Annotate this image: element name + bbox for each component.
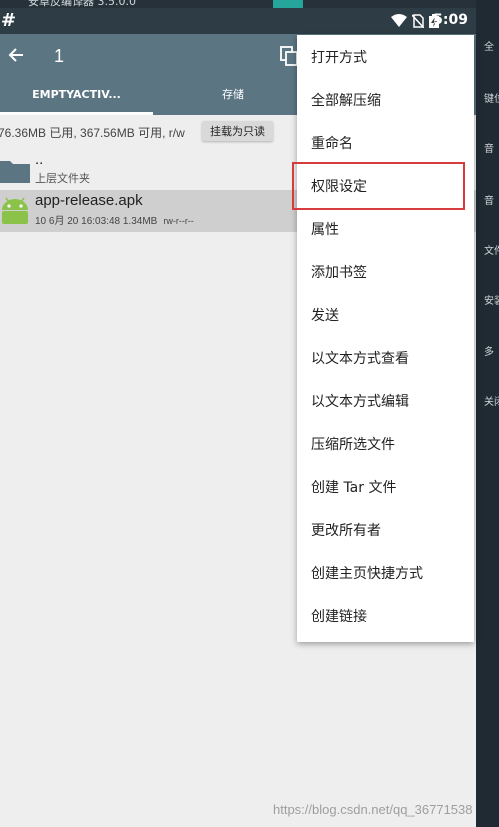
- menu-item-extract-all[interactable]: 全部解压缩: [297, 78, 474, 121]
- file-date: 10 6月 20 16:03:48: [35, 216, 121, 227]
- menu-item-label: 创建主页快捷方式: [311, 566, 423, 582]
- desktop-right-strip: 全 键位 音 音 文件 安装 多 关闭: [476, 0, 499, 827]
- menu-item-label: 更改所有者: [311, 523, 381, 539]
- no-sim-icon: [412, 14, 424, 28]
- menu-item-label: 以文本方式编辑: [311, 394, 409, 410]
- context-menu: 打开方式 全部解压缩 重命名 权限设定 属性 添加书签 发送 以文本方式查看 以…: [297, 35, 474, 642]
- tab-emptyactivity[interactable]: EMPTYACTIV...: [0, 82, 153, 115]
- desktop-top-bar: 安卓反编译器 3.5.0.0: [0, 0, 499, 8]
- right-strip-item: 音: [484, 144, 494, 155]
- watermark: https://blog.csdn.net/qq_36771538: [273, 802, 473, 817]
- menu-item-label: 全部解压缩: [311, 93, 381, 109]
- file-size: 1.34MB: [122, 216, 158, 227]
- menu-item-label: 添加书签: [311, 265, 367, 281]
- menu-item-create-tar[interactable]: 创建 Tar 文件: [297, 465, 474, 508]
- mount-read-only-button[interactable]: 挂载为只读: [202, 121, 273, 141]
- wifi-icon: [391, 14, 407, 27]
- menu-item-create-link[interactable]: 创建链接: [297, 594, 474, 637]
- menu-item-label: 创建链接: [311, 609, 367, 625]
- page-title: 1: [54, 46, 65, 66]
- right-strip-item: 安装: [484, 296, 499, 307]
- file-name: app-release.apk: [35, 192, 143, 209]
- menu-item-properties[interactable]: 属性: [297, 207, 474, 250]
- file-meta: 10 6月 20 16:03:48 1.34MB rw-r--r--: [35, 212, 194, 227]
- file-subtitle: 上层文件夹: [35, 173, 90, 185]
- menu-item-view-as-text[interactable]: 以文本方式查看: [297, 336, 474, 379]
- back-arrow-icon[interactable]: [7, 46, 25, 64]
- menu-item-send[interactable]: 发送: [297, 293, 474, 336]
- menu-item-add-bookmark[interactable]: 添加书签: [297, 250, 474, 293]
- menu-item-rename[interactable]: 重命名: [297, 121, 474, 164]
- status-time: 5:09: [433, 12, 468, 28]
- desktop-top-text: 安卓反编译器 3.5.0.0: [28, 0, 136, 8]
- right-strip-item: 键位: [484, 94, 499, 105]
- tab-label: 存储: [222, 88, 244, 101]
- copy-icon[interactable]: [280, 46, 298, 66]
- desktop-accent-tab: [273, 0, 303, 8]
- menu-item-label: 打开方式: [311, 50, 367, 66]
- storage-usage-text: 76.36MB 已用, 367.56MB 可用, r/w: [0, 126, 185, 140]
- menu-item-label: 属性: [311, 222, 339, 238]
- android-icon: [2, 197, 28, 224]
- tab-label: EMPTYACTIV...: [32, 88, 121, 101]
- tab-storage[interactable]: 存储: [153, 82, 313, 115]
- status-left-glyph: #: [1, 10, 17, 31]
- right-strip-item: 关闭: [484, 397, 499, 408]
- menu-item-change-owner[interactable]: 更改所有者: [297, 508, 474, 551]
- menu-item-compress-selected[interactable]: 压缩所选文件: [297, 422, 474, 465]
- status-bar: # 5:09: [0, 8, 476, 34]
- menu-item-label: 以文本方式查看: [311, 351, 409, 367]
- menu-item-label: 创建 Tar 文件: [311, 480, 397, 496]
- file-name: ..: [35, 151, 44, 168]
- file-permissions: rw-r--r--: [163, 216, 194, 226]
- right-strip-item: 全: [484, 42, 494, 53]
- menu-item-label: 压缩所选文件: [311, 437, 395, 453]
- menu-item-edit-as-text[interactable]: 以文本方式编辑: [297, 379, 474, 422]
- right-strip-item: 文件: [484, 246, 499, 257]
- right-strip-item: 音: [484, 196, 494, 207]
- folder-icon: [0, 161, 30, 183]
- menu-item-open-with[interactable]: 打开方式: [297, 35, 474, 78]
- right-strip-item: 多: [484, 347, 494, 358]
- menu-item-label: 发送: [311, 308, 339, 324]
- highlight-box: [292, 162, 465, 210]
- menu-item-create-shortcut[interactable]: 创建主页快捷方式: [297, 551, 474, 594]
- menu-item-label: 重命名: [311, 136, 353, 152]
